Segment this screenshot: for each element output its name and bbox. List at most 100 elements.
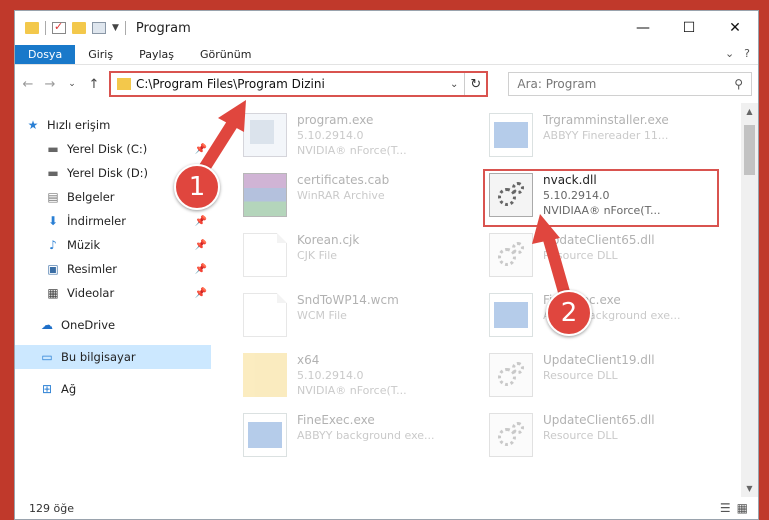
search-box[interactable]: ⚲ <box>508 72 753 96</box>
video-icon: ▦ <box>47 286 59 300</box>
chevron-down-icon[interactable]: ⌄ <box>450 79 458 90</box>
tab-paylas[interactable]: Paylaş <box>126 45 187 64</box>
file-name: certificates.cab <box>297 173 390 187</box>
pin-icon: 📌 <box>194 287 207 299</box>
search-input[interactable] <box>517 77 718 91</box>
nav-gap <box>15 369 211 377</box>
tab-dosya[interactable]: Dosya <box>15 45 76 64</box>
file-desc: NVIDIA® nForce(T... <box>297 144 407 157</box>
file-name: x64 <box>297 353 320 367</box>
file-name: FineExec.exe <box>297 413 375 427</box>
nav-item-onedrive[interactable]: ☁ OneDrive <box>15 313 211 337</box>
document-icon: ▤ <box>47 190 59 204</box>
up-button[interactable]: ↑ <box>87 77 101 92</box>
file-desc: Resource DLL <box>543 249 618 262</box>
chevron-down-icon[interactable]: ▼ <box>112 23 119 33</box>
nav-item-label: Belgeler <box>67 190 115 204</box>
back-button[interactable]: ← <box>21 77 35 92</box>
expand-ribbon-icon[interactable]: ⌄ <box>725 47 734 60</box>
file-item[interactable]: x64 5.10.2914.0 NVIDIA® nForce(T... <box>237 349 473 405</box>
file-text: x64 5.10.2914.0 NVIDIA® nForce(T... <box>297 353 407 398</box>
download-icon: ⬇ <box>47 214 59 228</box>
details-view-icon[interactable]: ☰ <box>720 501 731 515</box>
window-title: Program <box>135 20 191 36</box>
vertical-scrollbar[interactable]: ▲ ▼ <box>741 103 758 497</box>
nav-item-videos[interactable]: ▦ Videolar 📌 <box>15 281 211 305</box>
folder-icon <box>243 353 287 397</box>
dll-file-icon <box>489 353 533 397</box>
dll-file-icon <box>489 413 533 457</box>
file-text: Korean.cjk CJK File <box>297 233 359 263</box>
nav-item-label: Videolar <box>67 286 115 300</box>
toolbar-separator <box>45 21 46 35</box>
help-icon[interactable]: ? <box>744 47 750 60</box>
nav-item-label: Yerel Disk (C:) <box>67 142 148 156</box>
file-list: program.exe 5.10.2914.0 NVIDIA® nForce(T… <box>211 103 758 497</box>
nav-item-quick-access[interactable]: ★ Hızlı erişim <box>15 113 211 137</box>
file-desc: WCM File <box>297 309 347 322</box>
file-item[interactable]: FineExec.exe ABBYY background exe... <box>237 409 473 465</box>
minimize-button[interactable]: — <box>620 11 666 45</box>
drive-icon: ▬ <box>47 166 59 180</box>
status-bar: 129 öğe ☰ ▦ <box>15 497 758 519</box>
file-name: SndToWP14.wcm <box>297 293 399 307</box>
close-button[interactable]: ✕ <box>712 11 758 45</box>
nav-item-downloads[interactable]: ⬇ İndirmeler 📌 <box>15 209 211 233</box>
callout-badge-2: 2 <box>546 290 592 336</box>
ribbon-tabs: Dosya Giriş Paylaş Görünüm ⌄ ? <box>15 45 758 65</box>
nvack-highlight-box <box>483 169 719 227</box>
scroll-down-icon[interactable]: ▼ <box>741 484 758 493</box>
view-switcher: ☰ ▦ <box>720 501 748 515</box>
tab-giris[interactable]: Giriş <box>75 45 126 64</box>
file-text: program.exe 5.10.2914.0 NVIDIA® nForce(T… <box>297 113 407 158</box>
nav-item-music[interactable]: ♪ Müzik 📌 <box>15 233 211 257</box>
refresh-button[interactable]: ↻ <box>464 73 486 95</box>
recent-locations-icon[interactable]: ⌄ <box>65 79 79 89</box>
nav-item-pictures[interactable]: ▣ Resimler 📌 <box>15 257 211 281</box>
file-item[interactable]: FineExec.exe ABBYY background exe... <box>483 289 719 345</box>
file-item[interactable]: UpdateClient65.dll Resource DLL <box>483 229 719 285</box>
maximize-button[interactable]: ☐ <box>666 11 712 45</box>
pin-icon: 📌 <box>194 215 207 227</box>
file-text: UpdateClient65.dll Resource DLL <box>543 233 655 263</box>
properties-check-icon[interactable] <box>52 20 66 34</box>
nav-item-local-disk-c[interactable]: ▬ Yerel Disk (C:) 📌 <box>15 137 211 161</box>
window-controls: — ☐ ✕ <box>620 11 758 45</box>
nav-item-this-pc[interactable]: ▭ Bu bilgisayar <box>15 345 211 369</box>
customize-icon[interactable] <box>92 22 106 34</box>
file-item[interactable]: Korean.cjk CJK File <box>237 229 473 285</box>
file-name: UpdateClient65.dll <box>543 413 655 427</box>
file-item[interactable]: certificates.cab WinRAR Archive <box>237 169 473 225</box>
nav-item-label: Ağ <box>61 382 77 396</box>
nav-item-label: OneDrive <box>61 318 116 332</box>
file-name: Trgramminstaller.exe <box>543 113 669 127</box>
file-item[interactable]: UpdateClient19.dll Resource DLL <box>483 349 719 405</box>
app-file-icon <box>489 113 533 157</box>
title-bar: ▼ Program — ☐ ✕ <box>15 11 758 45</box>
pin-icon: 📌 <box>194 239 207 251</box>
tab-gorunum[interactable]: Görünüm <box>187 45 264 64</box>
nav-item-label: İndirmeler <box>67 214 126 228</box>
folder-icon <box>25 22 39 34</box>
nav-item-network[interactable]: ⊞ Ağ <box>15 377 211 401</box>
file-desc: Resource DLL <box>543 369 618 382</box>
file-item[interactable]: Trgramminstaller.exe ABBYY Finereader 11… <box>483 109 719 165</box>
scroll-up-icon[interactable]: ▲ <box>741 107 758 116</box>
file-desc: 5.10.2914.0 <box>297 129 364 142</box>
new-folder-icon[interactable] <box>72 22 86 34</box>
navigation-pane: ★ Hızlı erişim ▬ Yerel Disk (C:) 📌 ▬ Yer… <box>15 103 211 497</box>
large-icons-view-icon[interactable]: ▦ <box>737 501 748 515</box>
address-bar[interactable]: C:\Program Files\Program Dizini ⌄ ↻ <box>108 71 489 97</box>
scrollbar-thumb[interactable] <box>744 125 755 175</box>
ribbon-help: ⌄ ? <box>725 47 750 60</box>
file-desc: CJK File <box>297 249 338 262</box>
document-file-icon <box>243 293 287 337</box>
quick-access-toolbar: ▼ <box>25 20 126 35</box>
file-item[interactable]: UpdateClient65.dll Resource DLL <box>483 409 719 465</box>
file-item[interactable]: program.exe 5.10.2914.0 NVIDIA® nForce(T… <box>237 109 473 165</box>
search-icon[interactable]: ⚲ <box>734 77 743 91</box>
file-item[interactable]: SndToWP14.wcm WCM File <box>237 289 473 345</box>
computer-icon: ▭ <box>41 350 53 364</box>
app-file-icon <box>489 293 533 337</box>
forward-button[interactable]: → <box>43 77 57 92</box>
